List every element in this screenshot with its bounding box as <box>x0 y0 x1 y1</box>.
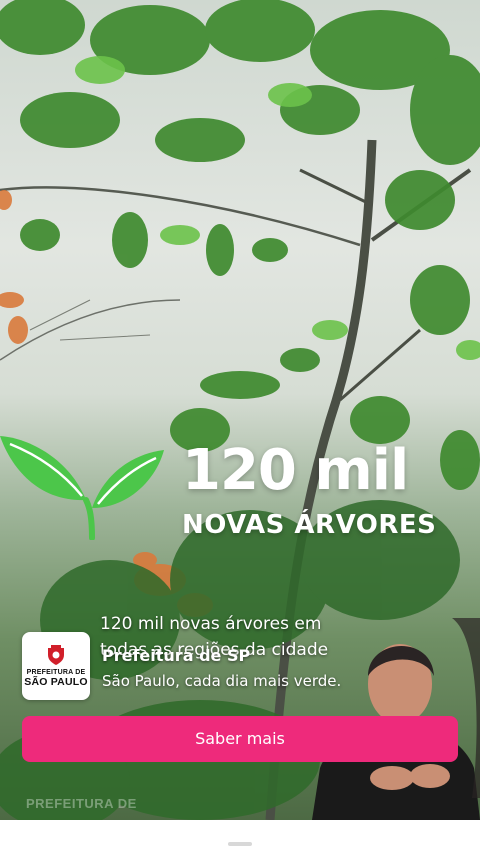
city-seal-icon <box>48 645 64 665</box>
advertiser-name[interactable]: Prefeitura de SP <box>102 646 250 665</box>
sprout-icon <box>0 436 164 540</box>
advertiser-logo[interactable]: PREFEITURA DE SÃO PAULO <box>22 632 90 700</box>
ad-description: São Paulo, cada dia mais verde. <box>102 672 342 690</box>
ad-screen: 120 mil NOVAS ÁRVORES 120 mil novas árvo… <box>0 0 480 854</box>
learn-more-button[interactable]: Saber mais <box>22 716 458 762</box>
logo-text-line-2: SÃO PAULO <box>24 676 88 688</box>
bottom-bar <box>0 820 480 854</box>
video-watermark: PREFEITURA DE <box>26 796 137 811</box>
logo-text-line-1: PREFEITURA DE <box>26 669 86 676</box>
headline-text: NOVAS ÁRVORES <box>182 510 437 540</box>
headline-number: 120 mil <box>182 438 409 503</box>
home-indicator[interactable] <box>228 842 252 846</box>
